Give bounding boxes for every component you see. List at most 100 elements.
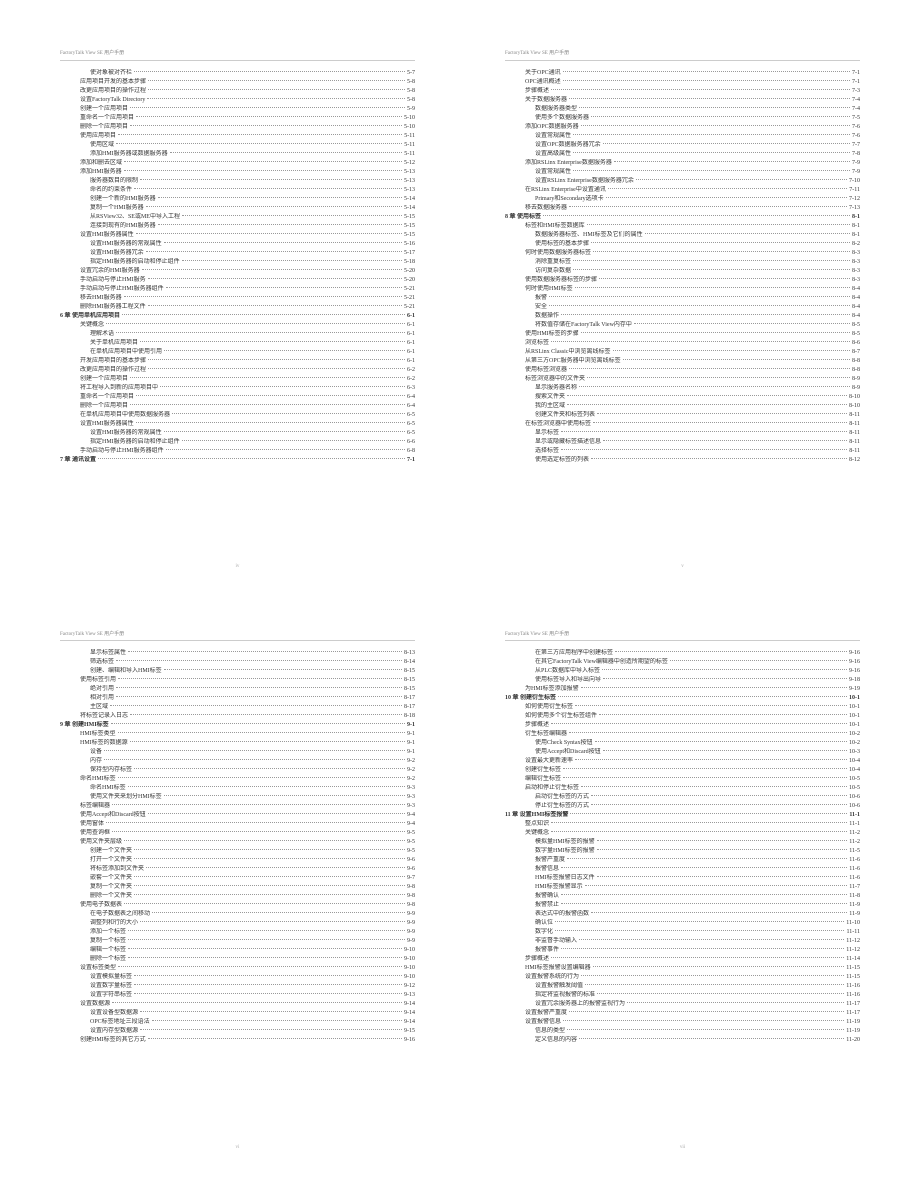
toc-label: 在RSLinx Enterprise中设置通讯 xyxy=(525,186,606,195)
toc-dots xyxy=(136,233,402,234)
toc-label: 设置模拟量标签 xyxy=(90,973,132,982)
toc-dots xyxy=(146,206,402,207)
toc-label: 设置报警触发阈值 xyxy=(535,982,583,991)
toc-dots xyxy=(172,413,405,414)
toc-page-number: 8-4 xyxy=(852,312,860,321)
toc-entry: 安全8-4 xyxy=(505,303,860,312)
toc-label: 设置HMI服务器的常规属性 xyxy=(90,240,162,249)
toc-dots xyxy=(591,242,850,243)
toc-label: 设置冗余服务器上的报警监视行为 xyxy=(535,1000,625,1009)
toc-dots xyxy=(581,786,847,787)
toc-page-number: 5-21 xyxy=(404,285,415,294)
toc-dots xyxy=(136,422,405,423)
toc-dots xyxy=(569,98,850,99)
toc-page-number: 8-6 xyxy=(852,339,860,348)
toc-dots xyxy=(573,134,850,135)
toc-dots xyxy=(591,912,847,913)
toc-dots xyxy=(170,152,403,153)
toc-label: 使用多个数据服务器 xyxy=(535,114,589,123)
toc-dots xyxy=(140,179,402,180)
toc-dots xyxy=(124,840,405,841)
toc-label: 使用Accept和Discard按钮 xyxy=(80,811,146,820)
toc-entry: 报警禁止11-9 xyxy=(505,901,860,910)
toc-dots xyxy=(134,885,405,886)
toc-entry: 设置数据源9-14 xyxy=(60,1000,415,1009)
toc-label: 设置高级属性 xyxy=(535,150,571,159)
toc-dots xyxy=(124,170,402,171)
toc-label: 设置内存型数据源 xyxy=(90,1027,138,1036)
toc-label: 信息的类型 xyxy=(535,1027,565,1036)
toc-page-number: 5-20 xyxy=(404,267,415,276)
toc-dots xyxy=(148,1038,402,1039)
toc-dots xyxy=(597,413,847,414)
toc-page-number: 5-13 xyxy=(404,186,415,195)
toc-dots xyxy=(148,305,402,306)
toc-label: 添加HMI服务器 xyxy=(80,168,122,177)
toc-page-number: 8-1 xyxy=(852,231,860,240)
toc-label: 使用HMI标签的步骤 xyxy=(525,330,579,339)
toc-dots xyxy=(130,714,402,715)
toc-page-number: 9-14 xyxy=(404,1009,415,1018)
toc-dots xyxy=(182,260,402,261)
toc-entry: 使用文件夹来划分HMI标签9-3 xyxy=(60,793,415,802)
toc-page-number: 5-11 xyxy=(404,141,415,150)
toc-page-number: 8-11 xyxy=(849,429,860,438)
toc-dots xyxy=(597,849,848,850)
page-footer: iv xyxy=(20,563,455,571)
toc-entry: 设置模拟量标签9-10 xyxy=(60,973,415,982)
toc-entry: HMI标签报警日志文件11-6 xyxy=(505,874,860,883)
toc-entry: 设置FactoryTalk Directory5-8 xyxy=(60,96,415,105)
toc-entry: HMI标签报警设置编辑器11-15 xyxy=(505,964,860,973)
toc-label: 设置报警严重度 xyxy=(525,1009,567,1018)
toc-dots xyxy=(569,368,850,369)
toc-label: 设置冗余的HMI服务器 xyxy=(80,267,140,276)
toc-label: 手动启动与停止HMI服务器组件 xyxy=(80,285,164,294)
toc-label: 手动启动与停止HMI服务器组件 xyxy=(80,447,164,456)
toc-page-number: 7-1 xyxy=(852,78,860,87)
toc-dots xyxy=(130,404,405,405)
toc-dots xyxy=(134,984,402,985)
toc-entry: 6 章 使用单机应用项目6-1 xyxy=(60,312,415,321)
toc-entry: 复制一个标签9-9 xyxy=(60,937,415,946)
toc-label: 数字量HMI标签的报警 xyxy=(535,847,595,856)
toc-label: 报警禁止 xyxy=(535,901,559,910)
toc-entry: 设置OPC数据服务器冗余7-7 xyxy=(505,141,860,150)
toc-label: 使用选定标签的列表 xyxy=(535,456,589,465)
toc-label: 重命名一个应用项目 xyxy=(80,393,134,402)
toc-label: 打开一个文件夹 xyxy=(90,856,132,865)
toc-page-number: 5-16 xyxy=(404,240,415,249)
toc-label: 关于OPC通讯 xyxy=(525,69,561,78)
toc-label: 使用Accept和Discard按钮 xyxy=(535,748,601,757)
toc-page-number: 5-11 xyxy=(404,150,415,159)
toc-label: 绝对引用 xyxy=(90,685,114,694)
toc-dots xyxy=(122,314,405,315)
toc-entry: HMI标签类型9-1 xyxy=(60,730,415,739)
toc-entry: 使用Accept和Discard按钮9-4 xyxy=(60,811,415,820)
toc-dots xyxy=(140,921,405,922)
toc-dots xyxy=(593,251,850,252)
toc-label: 标签浏览器中的文件夹 xyxy=(525,375,585,384)
toc-page-number: 6-2 xyxy=(407,366,415,375)
toc-page-number: 9-7 xyxy=(407,874,415,883)
toc-label: 指定HMI服务器的启动和停止组件 xyxy=(90,258,180,267)
toc-dots xyxy=(147,98,405,99)
toc-entry: 设置最大更新速率10-4 xyxy=(505,757,860,766)
toc-label: 数据服务器标签、HMI标签及它们的属性 xyxy=(535,231,643,240)
toc-page-number: 7-4 xyxy=(852,105,860,114)
toc-page-number: 5-7 xyxy=(407,69,415,78)
toc-entry: 设置HMI服务器属性5-15 xyxy=(60,231,415,240)
toc-page-number: 11-12 xyxy=(846,937,860,946)
toc-entry: 显示或隐藏标签描述信息8-11 xyxy=(505,438,860,447)
toc-label: 相对引用 xyxy=(90,694,114,703)
toc-label: 数据服务器类型 xyxy=(535,105,577,114)
toc-dots xyxy=(569,732,847,733)
toc-dots xyxy=(645,233,850,234)
toc-dots xyxy=(615,651,847,652)
toc-dots xyxy=(570,813,847,814)
toc-label: 在电子数据表之间移动 xyxy=(90,910,150,919)
toc-page-number: 5-13 xyxy=(404,168,415,177)
toc-dots xyxy=(160,386,405,387)
toc-entry: 应用项目开发的基本步骤5-8 xyxy=(60,78,415,87)
toc-dots xyxy=(128,786,405,787)
toc-page-number: 11-9 xyxy=(849,910,860,919)
